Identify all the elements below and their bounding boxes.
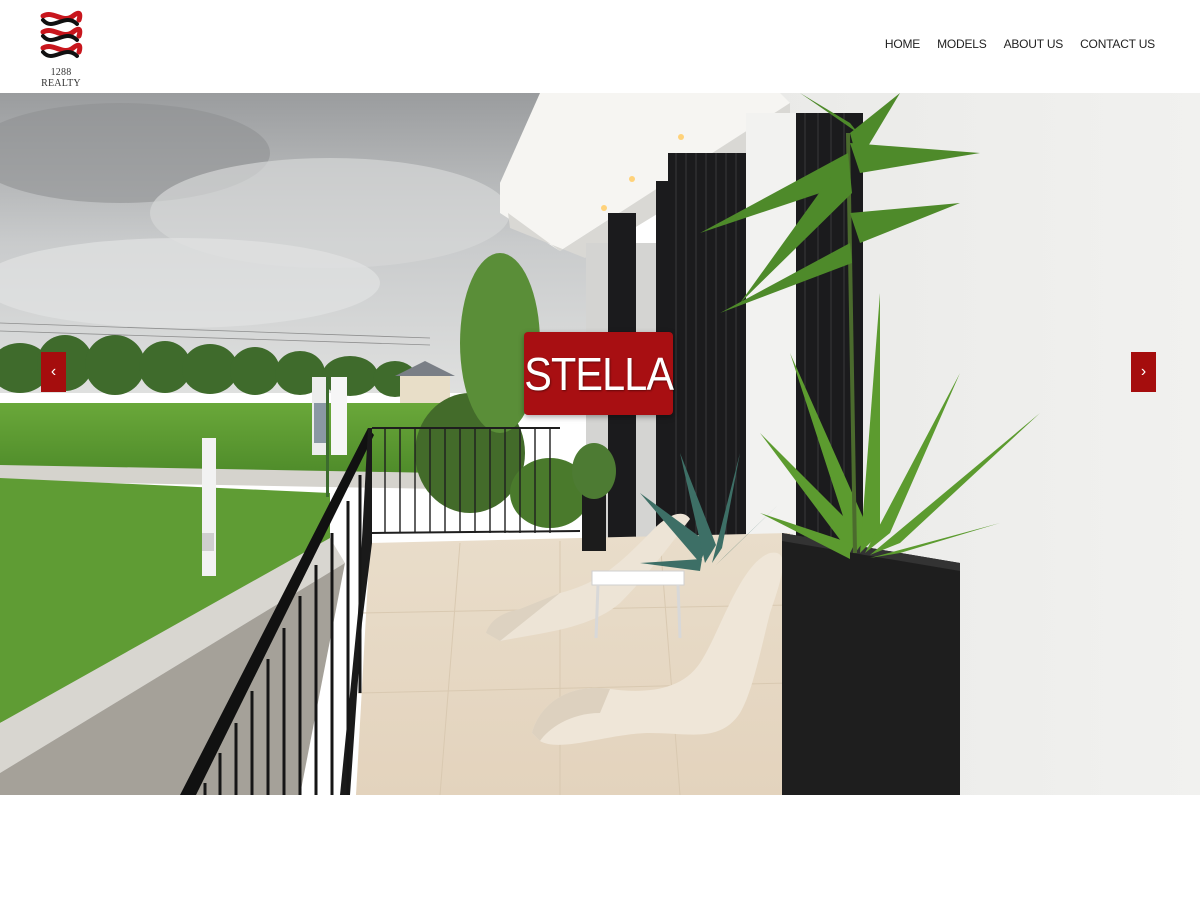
nav-contact-us[interactable]: CONTACT US [1080, 37, 1155, 51]
logo-mark-icon [40, 10, 83, 58]
nav-models[interactable]: MODELS [937, 37, 987, 51]
hero-title-badge: STELLA [524, 332, 674, 415]
hero-title: STELLA [524, 347, 674, 400]
brand-name: 1288 REALTY [41, 67, 81, 89]
main-nav: HOME MODELS ABOUT US CONTACT US [885, 37, 1155, 51]
hero-image [0, 93, 1200, 795]
site-header: 1288 REALTY HOME MODELS ABOUT US CONTACT… [0, 0, 1200, 93]
brand-logo[interactable]: 1288 REALTY [30, 8, 92, 89]
nav-about-us[interactable]: ABOUT US [1004, 37, 1064, 51]
chevron-left-icon: ‹ [50, 363, 57, 380]
hero-slider: STELLA ‹ › [0, 93, 1200, 795]
chevron-right-icon: › [1140, 363, 1147, 380]
page-content-area [0, 795, 1200, 900]
nav-home[interactable]: HOME [885, 37, 920, 51]
slider-prev-button[interactable]: ‹ [41, 352, 66, 392]
slider-next-button[interactable]: › [1131, 352, 1156, 392]
